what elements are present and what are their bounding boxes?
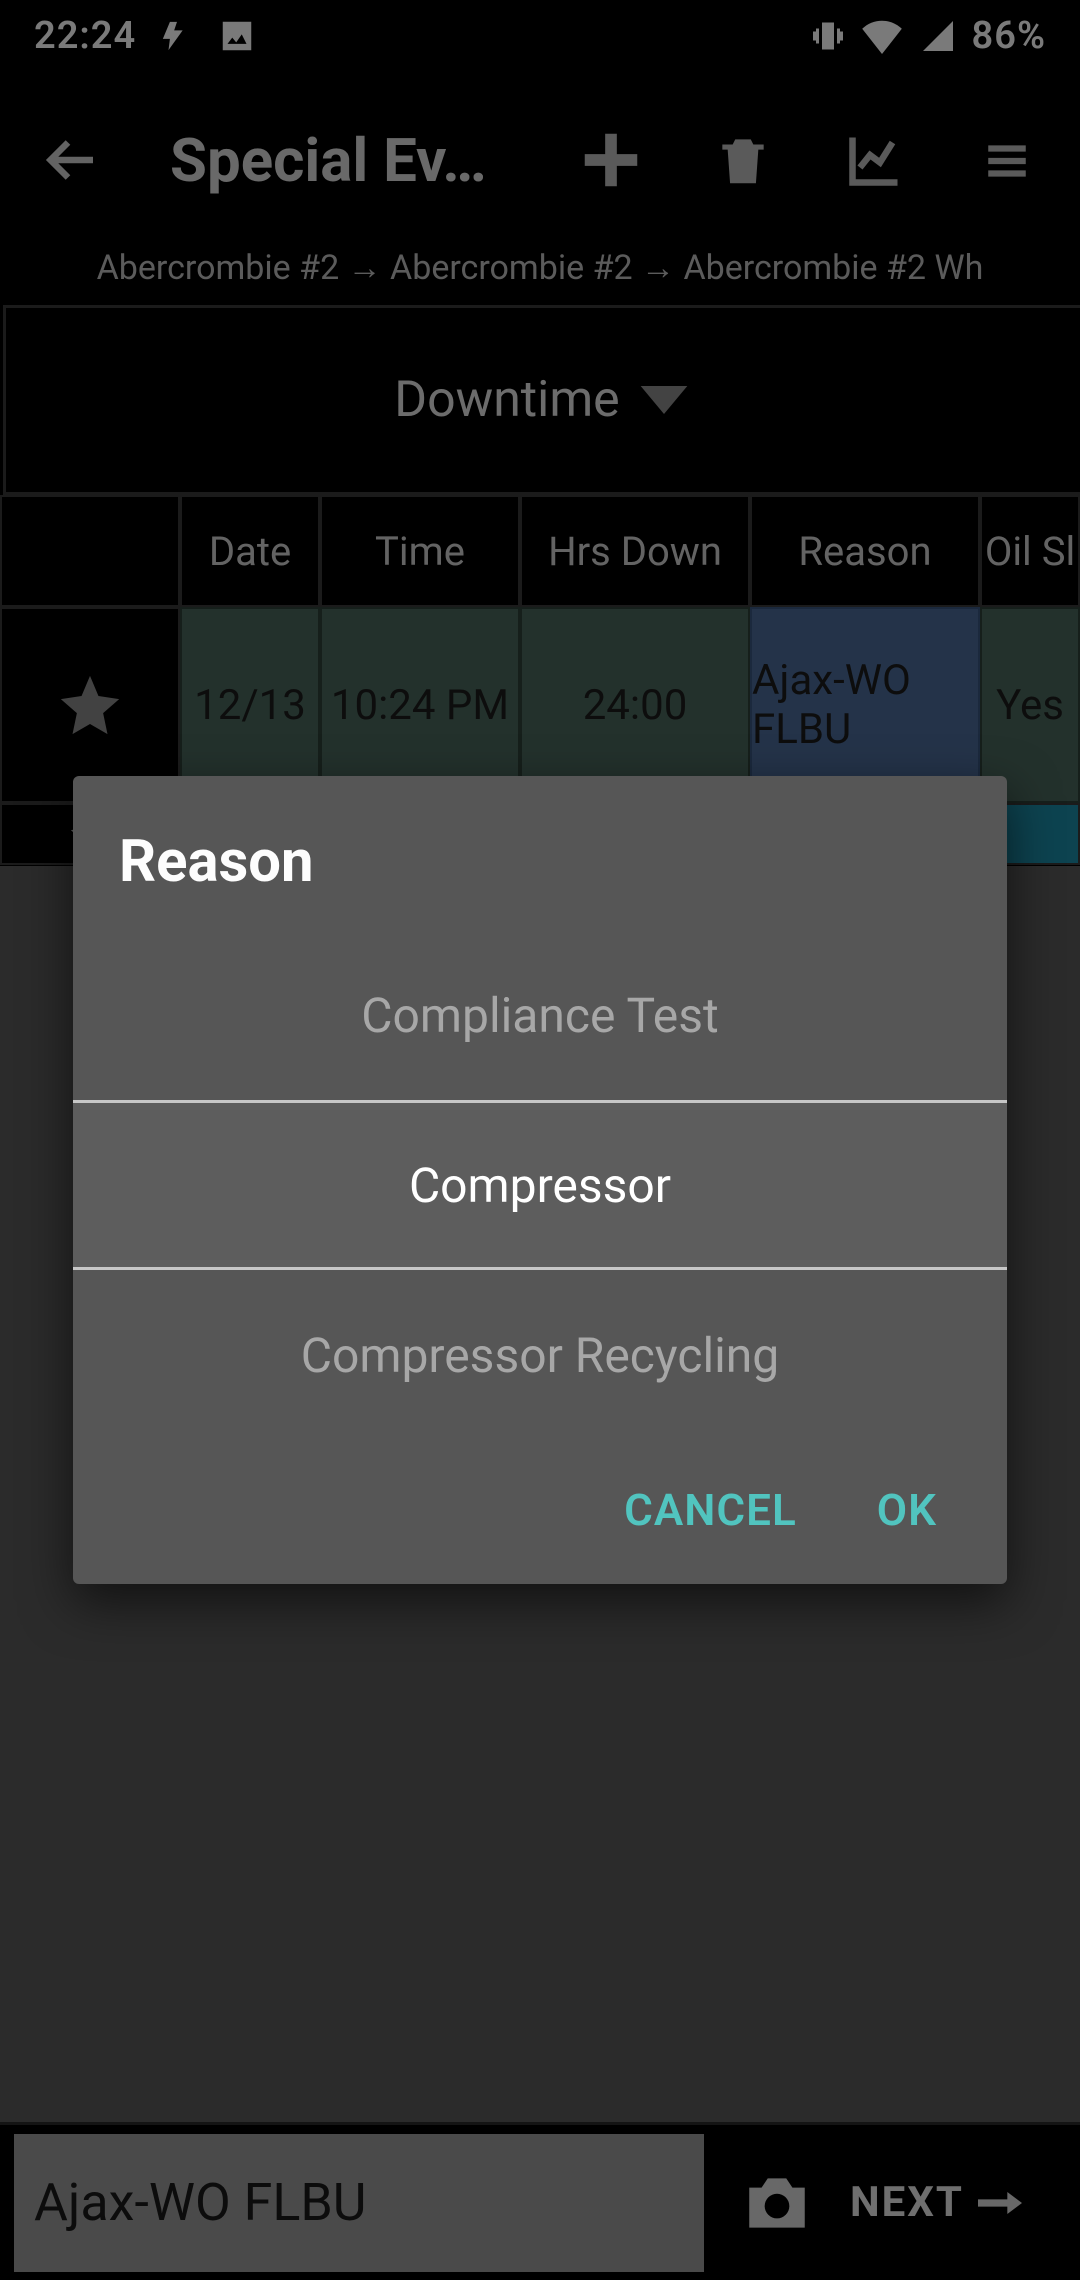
- reason-picker[interactable]: Compliance Test Compressor Compressor Re…: [73, 930, 1007, 1440]
- ok-button[interactable]: OK: [877, 1484, 937, 1536]
- reason-dialog: Reason Compliance Test Compressor Compre…: [73, 776, 1007, 1584]
- reason-option-selected[interactable]: Compressor: [73, 1100, 1007, 1270]
- dialog-title: Reason: [73, 776, 1007, 930]
- reason-option[interactable]: Compliance Test: [73, 930, 1007, 1100]
- cancel-button[interactable]: CANCEL: [624, 1484, 797, 1536]
- reason-option[interactable]: Compressor Recycling: [73, 1270, 1007, 1440]
